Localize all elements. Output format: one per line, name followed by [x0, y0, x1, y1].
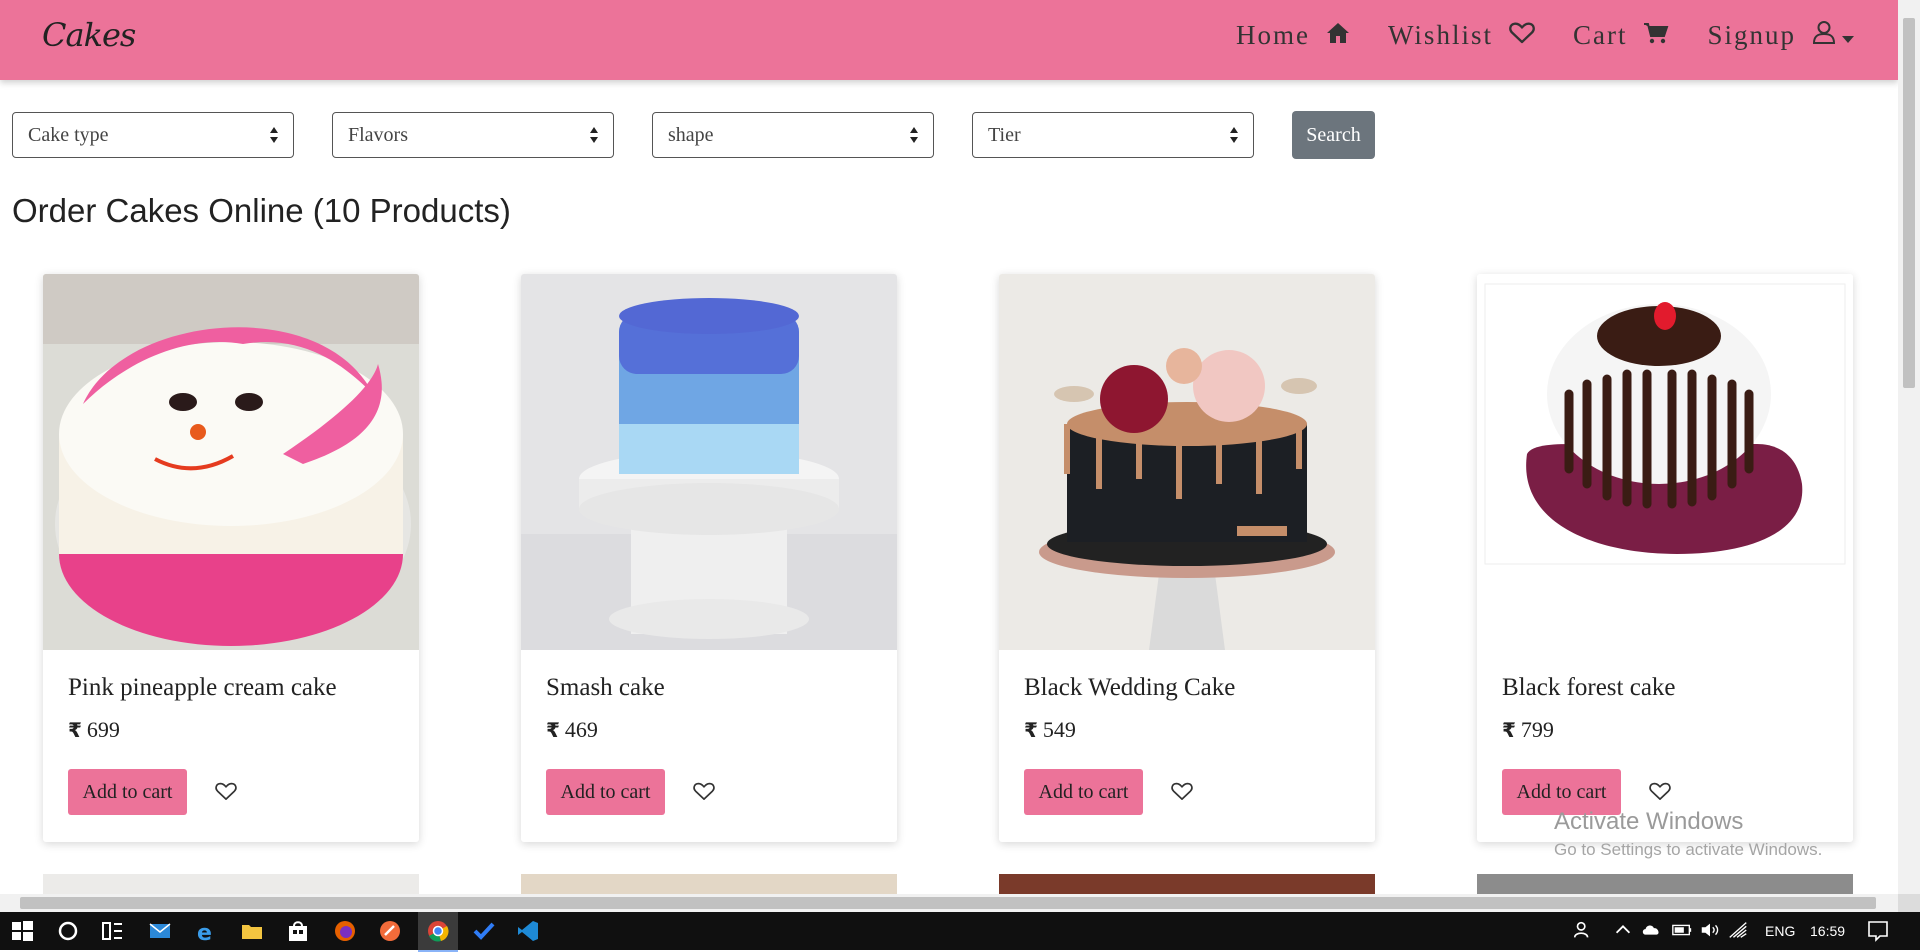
nav-cart[interactable]: Cart — [1573, 20, 1670, 51]
mail-icon[interactable] — [148, 919, 172, 943]
price-value: 469 — [564, 717, 598, 742]
activate-windows-title: Activate Windows — [1554, 808, 1744, 835]
cake-type-select[interactable]: Cake type — [12, 112, 294, 158]
select-arrows-icon — [590, 127, 598, 143]
scrollbar-corner — [1898, 894, 1920, 912]
language-indicator[interactable]: ENG — [1765, 923, 1795, 939]
chrome-icon — [428, 921, 449, 942]
nav-home-label: Home — [1236, 20, 1311, 50]
product-name[interactable]: Pink pineapple cream cake — [68, 674, 337, 702]
product-card: Pink pineapple cream cake ₹ 699 Add to c… — [43, 274, 419, 842]
flavors-value: Flavors — [348, 123, 408, 146]
vertical-scrollbar[interactable] — [1898, 0, 1920, 894]
firefox-icon[interactable] — [333, 919, 357, 943]
shape-value: shape — [668, 123, 714, 146]
onedrive-icon[interactable] — [1640, 919, 1664, 943]
notifications-icon[interactable] — [1866, 919, 1890, 943]
cart-icon — [1643, 20, 1669, 51]
horizontal-scrollbar-thumb[interactable] — [20, 897, 1876, 909]
tier-value: Tier — [988, 123, 1021, 146]
add-to-cart-button[interactable]: Add to cart — [68, 769, 187, 815]
clock[interactable]: 16:59 — [1810, 923, 1845, 939]
search-button[interactable]: Search — [1292, 111, 1375, 159]
product-price: ₹ 799 — [1502, 717, 1554, 743]
product-name[interactable]: Black Wedding Cake — [1024, 674, 1235, 702]
add-to-cart-button[interactable]: Add to cart — [546, 769, 665, 815]
rupee-icon: ₹ — [68, 718, 82, 742]
vertical-scrollbar-thumb[interactable] — [1903, 18, 1915, 388]
todo-icon[interactable] — [472, 919, 496, 943]
product-name[interactable]: Black forest cake — [1502, 674, 1676, 702]
edge-icon[interactable]: e — [194, 919, 218, 946]
file-explorer-icon[interactable] — [240, 919, 264, 943]
wifi-icon[interactable] — [1726, 919, 1750, 943]
cake-type-value: Cake type — [28, 123, 109, 146]
product-price: ₹ 549 — [1024, 717, 1076, 743]
product-image[interactable] — [999, 274, 1375, 650]
chrome-active-tab[interactable] — [418, 912, 458, 952]
rupee-icon: ₹ — [1024, 718, 1038, 742]
price-value: 699 — [86, 717, 120, 742]
add-to-cart-button[interactable]: Add to cart — [1024, 769, 1143, 815]
windows-start-icon[interactable] — [10, 919, 34, 943]
chevron-down-icon — [1842, 20, 1854, 51]
store-icon[interactable] — [286, 919, 310, 943]
select-arrows-icon — [270, 127, 278, 143]
home-icon — [1326, 20, 1350, 51]
user-icon — [1812, 20, 1836, 51]
product-image[interactable] — [1477, 274, 1853, 650]
tier-select[interactable]: Tier — [972, 112, 1254, 158]
taskbar: e ENG 16:59 — [0, 912, 1920, 952]
volume-icon[interactable] — [1698, 919, 1722, 943]
price-value: 549 — [1042, 717, 1076, 742]
product-price: ₹ 699 — [68, 717, 120, 743]
nav-signup[interactable]: Signup — [1707, 20, 1854, 51]
chevron-up-icon[interactable] — [1612, 919, 1636, 943]
nav-wishlist[interactable]: Wishlist — [1388, 20, 1535, 51]
horizontal-scrollbar[interactable] — [0, 894, 1898, 912]
search-icon[interactable] — [56, 919, 80, 943]
page-title: Order Cakes Online (10 Products) — [12, 192, 511, 229]
wishlist-heart-icon[interactable] — [215, 782, 237, 806]
select-arrows-icon — [1230, 127, 1238, 143]
nav-signup-label: Signup — [1707, 20, 1796, 50]
shape-select[interactable]: shape — [652, 112, 934, 158]
wishlist-heart-icon[interactable] — [1171, 782, 1193, 806]
vscode-icon[interactable] — [516, 919, 540, 943]
nav-home[interactable]: Home — [1236, 20, 1350, 51]
navbar: Cakes Home Wishlist Cart Signup — [0, 0, 1898, 80]
product-card: Smash cake ₹ 469 Add to cart — [521, 274, 897, 842]
nav-wishlist-label: Wishlist — [1388, 20, 1493, 50]
battery-icon[interactable] — [1670, 919, 1694, 943]
svg-text:e: e — [197, 921, 212, 943]
price-value: 799 — [1520, 717, 1554, 742]
product-price: ₹ 469 — [546, 717, 598, 743]
rupee-icon: ₹ — [546, 718, 560, 742]
select-arrows-icon — [910, 127, 918, 143]
product-card: Black Wedding Cake ₹ 549 Add to cart — [999, 274, 1375, 842]
product-image[interactable] — [43, 274, 419, 650]
product-name[interactable]: Smash cake — [546, 674, 665, 702]
brand-logo[interactable]: Cakes — [42, 16, 136, 54]
nav-cart-label: Cart — [1572, 20, 1628, 50]
product-card: Black forest cake ₹ 799 Add to cart — [1477, 274, 1853, 842]
task-view-icon[interactable] — [100, 919, 124, 943]
wishlist-heart-icon[interactable] — [693, 782, 715, 806]
heart-icon — [1509, 20, 1535, 51]
activate-windows-subtitle: Go to Settings to activate Windows. — [1554, 840, 1823, 859]
people-icon[interactable] — [1572, 919, 1596, 943]
postman-icon[interactable] — [378, 919, 402, 943]
filter-bar: Cake type Flavors shape Tier Search — [12, 111, 1375, 159]
flavors-select[interactable]: Flavors — [332, 112, 614, 158]
product-image[interactable] — [521, 274, 897, 650]
rupee-icon: ₹ — [1502, 718, 1516, 742]
wishlist-heart-icon[interactable] — [1649, 782, 1671, 806]
nav-menu: Home Wishlist Cart Signup — [1198, 20, 1854, 51]
